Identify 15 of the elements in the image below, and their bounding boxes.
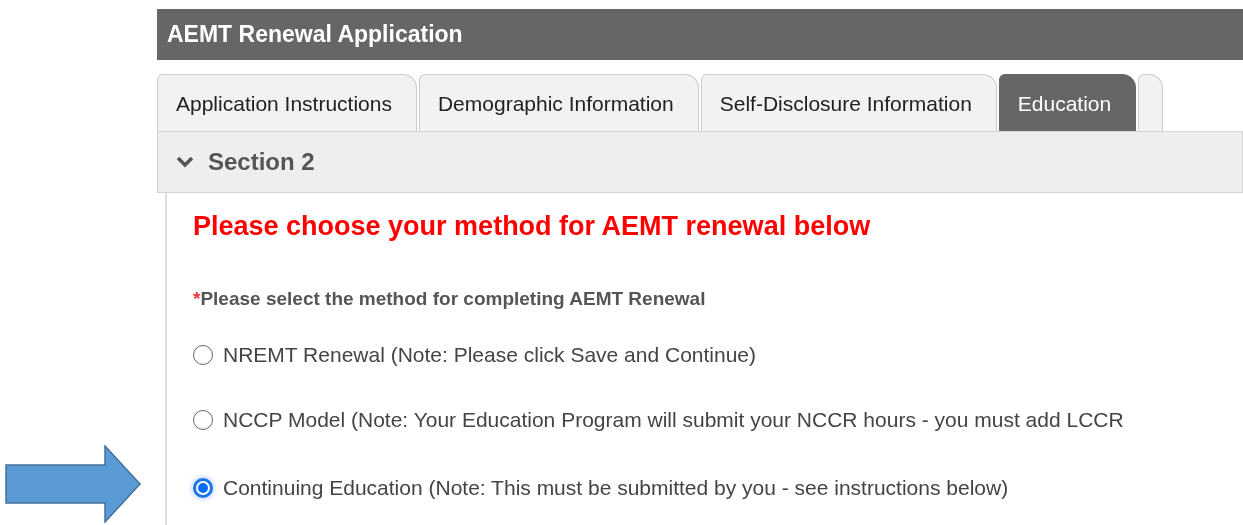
option-label[interactable]: NCCP Model (Note: Your Education Program will submit your NCCR hours - you must add LCCR: [223, 408, 1124, 432]
tab[interactable]: Demographic Information: [418, 74, 699, 131]
tab[interactable]: Education: [998, 74, 1137, 131]
tab[interactable]: Application Instructions: [157, 74, 417, 131]
form-heading: Please choose your method for AEMT renewal below: [193, 210, 872, 243]
question-label: Please select the method for completing AEMT Renewal: [200, 288, 706, 309]
option-label[interactable]: Continuing Education (Note: This must be submitted by you - see instructions below): [223, 476, 1009, 500]
radio-button[interactable]: [193, 478, 213, 498]
arrow-icon: [5, 445, 141, 523]
section-header[interactable]: Section 2: [157, 131, 1243, 193]
window-title: AEMT Renewal Application: [157, 9, 1243, 60]
required-mark: *: [193, 288, 201, 309]
option-label[interactable]: NREMT Renewal (Note: Please click Save and Continue): [223, 343, 757, 367]
section-title: Section 2: [208, 148, 315, 176]
tab[interactable]: Self-Disclosure Information: [700, 74, 997, 131]
